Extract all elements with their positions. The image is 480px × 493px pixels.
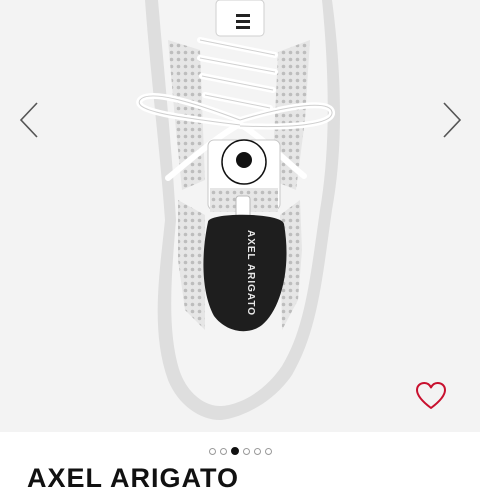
product-image-gallery[interactable]: AXEL ARIGATO	[0, 0, 480, 432]
insole-brand-text: AXEL ARIGATO	[245, 230, 256, 316]
image-pagination	[0, 442, 480, 460]
brand-name: AXEL ARIGATO	[27, 463, 240, 493]
pagination-dot[interactable]	[264, 447, 272, 455]
pagination-dot[interactable]	[208, 447, 216, 455]
pagination-dot[interactable]	[242, 447, 250, 455]
pagination-dot[interactable]	[219, 447, 227, 455]
pagination-dot[interactable]	[253, 447, 261, 455]
pagination-dot[interactable]	[230, 447, 239, 455]
chevron-left-icon	[19, 102, 38, 138]
next-image-button[interactable]	[437, 100, 467, 140]
previous-image-button[interactable]	[14, 100, 44, 140]
chevron-right-icon	[443, 102, 462, 138]
heart-outline-icon	[416, 382, 446, 409]
wishlist-button[interactable]	[412, 377, 450, 415]
product-image: AXEL ARIGATO	[136, 0, 340, 420]
